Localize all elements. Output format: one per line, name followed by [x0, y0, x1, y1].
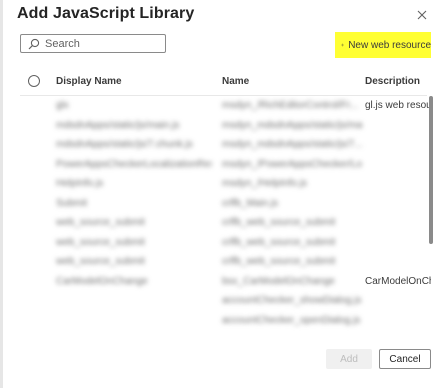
cell-name: msdyn_/RichEditorControl/Fr... — [222, 100, 359, 111]
cell-display-name: CarModelOnChange — [56, 275, 148, 287]
cell-display-name: web_source_submit — [56, 236, 145, 248]
table-body: glx msdyn_/RichEditorControl/Fr... gl.js w… — [20, 96, 431, 331]
cell-display-name: HelpInfo.js — [56, 178, 104, 189]
table-header: Display Name Name Description — [20, 73, 427, 96]
column-header-name[interactable]: Name — [222, 76, 249, 87]
cell-name: accountChecker_openDialog.js — [222, 314, 361, 326]
column-header-display-name[interactable]: Display Name — [56, 76, 122, 87]
cell-display-name: mdsdnApps/static/js/7.chunk.js — [56, 139, 193, 150]
search-input[interactable] — [45, 37, 155, 50]
scrollbar-thumb[interactable] — [429, 96, 433, 244]
add-button[interactable]: Add — [326, 349, 372, 369]
table-row[interactable]: PowerAppsCheckerLocalizationResources msd… — [20, 155, 430, 175]
table-row[interactable]: HelpInfo.js msdyn_/HelpInfo.js — [20, 174, 430, 194]
add-javascript-library-dialog: Add JavaScript Library New web resource … — [0, 0, 441, 388]
table-row[interactable]: CarModelOnChange bsx_CarModelOnChange CarM… — [20, 272, 431, 292]
cell-name: accountChecker_showDialog.js — [222, 295, 362, 306]
cell-name: msdyn_/HelpInfo.js — [222, 178, 308, 189]
cancel-button[interactable]: Cancel — [379, 349, 431, 369]
cell-description: CarModelOnChange — [365, 275, 431, 287]
close-icon[interactable] — [415, 8, 429, 22]
cell-display-name: mdsdnApps/static/js/main.js — [56, 119, 180, 131]
cell-name: msdyn_mdsdnApps/static/js/7... — [222, 139, 362, 150]
cell-display-name: glx — [56, 100, 69, 111]
table-row[interactable]: accountChecker_openDialog.js — [20, 311, 430, 331]
table-row[interactable]: mdsdnApps/static/js/main.js msdyn_mdsdnAp… — [20, 116, 430, 136]
cell-name: crlfb_Main.js — [222, 197, 279, 209]
table-row[interactable]: accountChecker_showDialog.js — [20, 291, 430, 311]
column-header-description[interactable]: Description — [365, 76, 420, 87]
cell-name: bsx_CarModelOnChange — [222, 275, 335, 287]
cell-display-name: web_source_submit — [56, 217, 145, 228]
cell-display-name: web_source_submit — [56, 256, 145, 267]
select-all-radio[interactable] — [28, 75, 40, 87]
table-row[interactable]: web_source_submit crlfb_web_source_submit — [20, 252, 430, 272]
cell-name: crlfb_web_source_submit — [222, 256, 336, 267]
cell-name: crlfb_web_source_submit — [222, 236, 336, 248]
table-row[interactable]: web_source_submit crlfb_web_source_submit — [20, 233, 430, 253]
cell-display-name: PowerAppsCheckerLocalizationResources — [56, 158, 212, 170]
new-web-resource-label: New web resource — [348, 39, 431, 51]
cell-description: gl.js web resource — [365, 100, 431, 111]
new-web-resource-button[interactable]: New web resource — [335, 32, 431, 58]
cell-name: msdyn_mdsdnApps/static/js/ma... — [222, 119, 362, 131]
dialog-title: Add JavaScript Library — [17, 5, 195, 22]
scrollbar[interactable] — [429, 96, 433, 336]
table-row[interactable]: web_source_submit crlfb_web_source_submit — [20, 213, 430, 233]
search-box[interactable] — [20, 34, 166, 53]
table-row[interactable]: mdsdnApps/static/js/7.chunk.js msdyn_mdsd… — [20, 135, 430, 155]
cell-display-name: Submit — [56, 197, 88, 209]
search-icon — [28, 38, 40, 49]
plus-icon — [341, 43, 345, 47]
cell-name: msdyn_/PowerAppsChecker/Loc... — [222, 158, 362, 170]
table-row[interactable]: Submit crlfb_Main.js — [20, 194, 430, 214]
cell-name: crlfb_web_source_submit — [222, 217, 336, 228]
table-row[interactable]: glx msdyn_/RichEditorControl/Fr... gl.js w… — [20, 96, 431, 116]
